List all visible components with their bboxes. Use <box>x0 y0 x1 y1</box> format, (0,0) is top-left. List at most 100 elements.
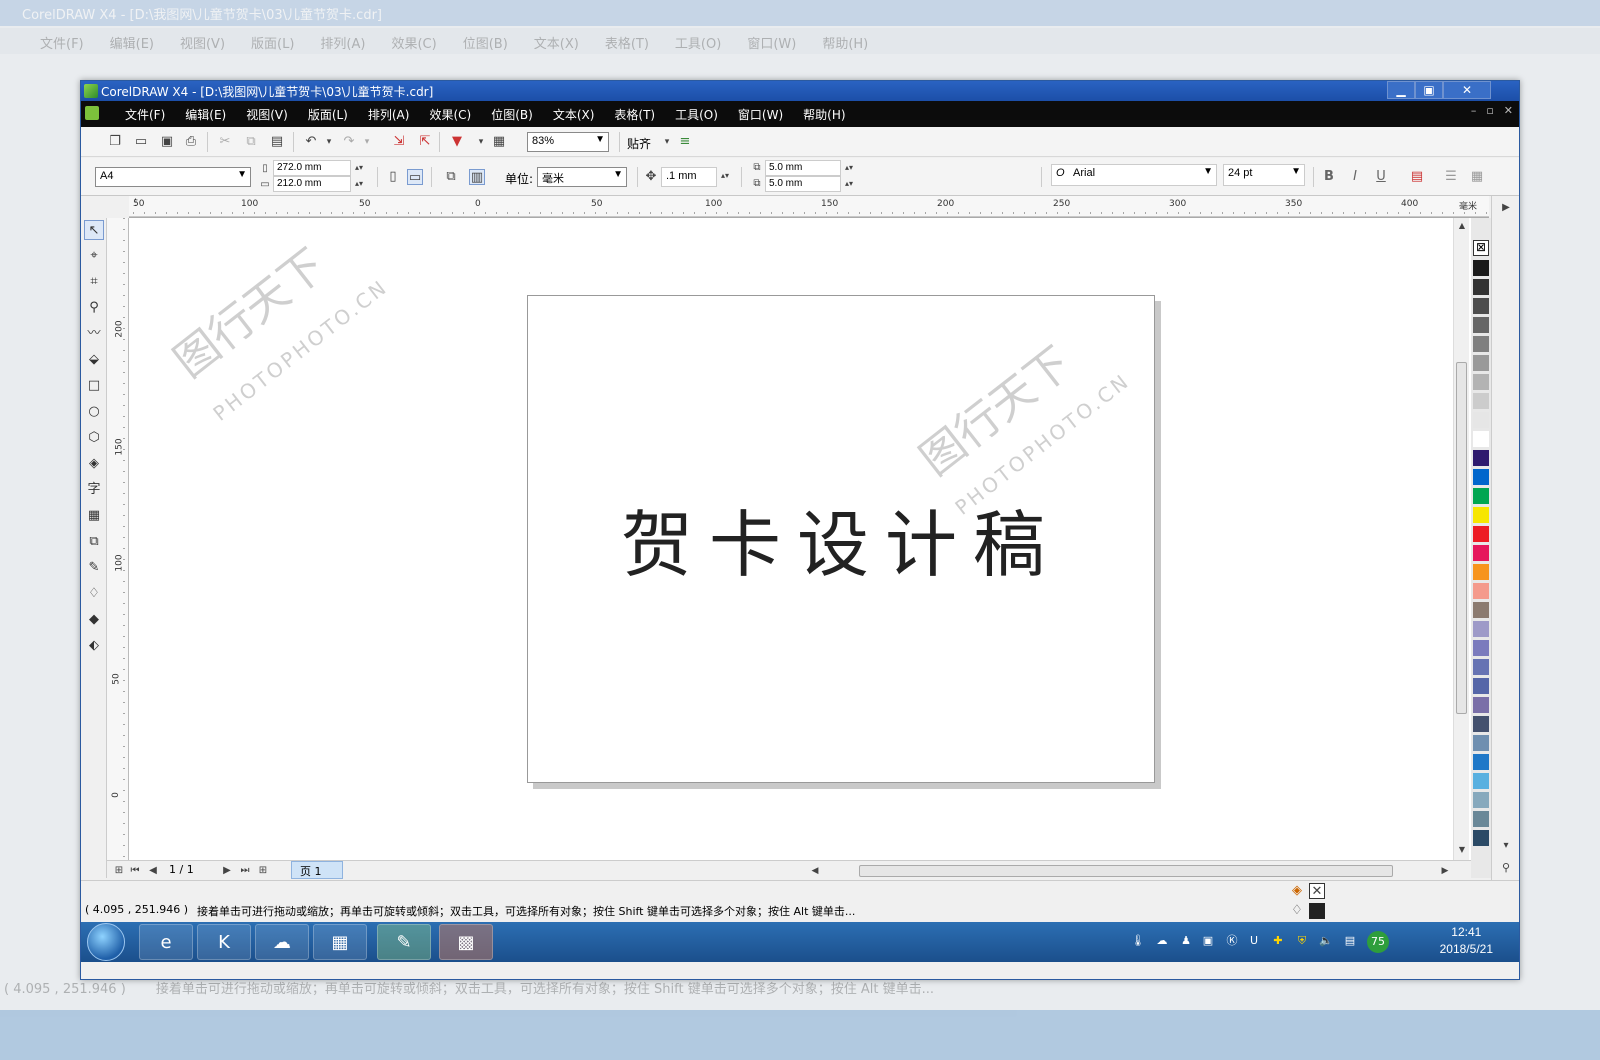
freehand-tool-icon[interactable]: 〰 <box>84 324 104 344</box>
document-icon[interactable] <box>85 106 99 120</box>
pick-tool-icon[interactable]: ↖ <box>84 220 104 240</box>
interactive-blend-tool-icon[interactable]: ⧉ <box>84 532 104 552</box>
menu-effects[interactable]: 效果(C) <box>419 106 481 123</box>
color-swatch[interactable] <box>1473 336 1489 352</box>
vertical-ruler[interactable]: 200 150 100 50 0 <box>107 218 129 860</box>
copy-icon[interactable]: ⧉ <box>243 134 259 150</box>
redo-dropdown-icon[interactable]: ▾ <box>359 134 375 150</box>
zoom-tool-icon[interactable]: ⚲ <box>84 298 104 318</box>
menu-window[interactable]: 窗口(W) <box>728 106 793 123</box>
launcher-dropdown-icon[interactable]: ▾ <box>473 134 489 150</box>
color-swatch[interactable] <box>1473 735 1489 751</box>
fill-none-swatch-icon[interactable]: ✕ <box>1309 883 1325 899</box>
first-page-icon[interactable]: ⏮ <box>127 863 143 879</box>
add-page-before-icon[interactable]: ⊞ <box>111 863 127 879</box>
maximize-button[interactable]: ▣ <box>1415 81 1443 99</box>
zoom-level-select[interactable]: 83% ▼ <box>527 132 609 152</box>
crop-tool-icon[interactable]: ⌗ <box>84 272 104 292</box>
save-icon[interactable]: ▣ <box>159 134 175 150</box>
kugou-tray-icon[interactable]: Ⓚ <box>1225 934 1239 948</box>
security-shield-icon[interactable]: ⛨ <box>1295 934 1309 948</box>
duplicate-y-input[interactable]: 5.0 mm <box>765 176 841 192</box>
import-icon[interactable]: ⇲ <box>391 134 407 150</box>
outline-indicator-icon[interactable]: ♢ <box>1289 903 1305 919</box>
landscape-icon[interactable]: ▭ <box>407 169 423 185</box>
color-swatch[interactable] <box>1473 355 1489 371</box>
menu-file[interactable]: 文件(F) <box>115 106 175 123</box>
app-tray-icon[interactable]: ▣ <box>1201 934 1215 948</box>
nudge-spinner-icon[interactable]: ▴▾ <box>717 168 733 184</box>
table-tool-icon[interactable]: ▦ <box>84 506 104 526</box>
color-swatch[interactable] <box>1473 450 1489 466</box>
dup-x-spinner-icon[interactable]: ▴▾ <box>841 160 857 176</box>
color-swatch[interactable] <box>1473 412 1489 428</box>
ruler-right-arrow-icon[interactable]: ▶ <box>1498 200 1514 216</box>
add-page-after-icon[interactable]: ⊞ <box>255 863 271 879</box>
color-swatch[interactable] <box>1473 640 1489 656</box>
polygon-tool-icon[interactable]: ⬡ <box>84 428 104 448</box>
outline-tool-icon[interactable]: ♢ <box>84 584 104 604</box>
options-icon[interactable]: ≡ <box>677 134 693 150</box>
menu-help[interactable]: 帮助(H) <box>793 106 855 123</box>
color-swatch[interactable] <box>1473 583 1489 599</box>
menu-arrange[interactable]: 排列(A) <box>358 106 420 123</box>
page-document[interactable]: 贺卡设计稿 <box>527 295 1155 783</box>
new-document-icon[interactable]: ❐ <box>107 134 123 150</box>
network-icon[interactable]: ▤ <box>1343 934 1357 948</box>
color-swatch[interactable] <box>1473 564 1489 580</box>
color-swatch[interactable] <box>1473 773 1489 789</box>
undo-dropdown-icon[interactable]: ▾ <box>321 134 337 150</box>
doc-close-icon[interactable]: ✕ <box>1504 104 1513 117</box>
menu-table[interactable]: 表格(T) <box>604 106 665 123</box>
color-swatch[interactable] <box>1473 792 1489 808</box>
menu-text[interactable]: 文本(X) <box>543 106 605 123</box>
dup-y-spinner-icon[interactable]: ▴▾ <box>841 176 857 192</box>
color-swatch[interactable] <box>1473 374 1489 390</box>
coreldraw-taskbar-icon[interactable]: ✎ <box>377 924 431 960</box>
outline-black-swatch-icon[interactable] <box>1309 903 1325 919</box>
shape-tool-icon[interactable]: ⌖ <box>84 246 104 266</box>
color-swatch[interactable] <box>1473 621 1489 637</box>
palette-scroll-icon[interactable]: ▾ <box>1498 838 1514 854</box>
performance-badge[interactable]: 75 <box>1367 931 1389 953</box>
menu-tools[interactable]: 工具(O) <box>665 106 728 123</box>
prev-page-icon[interactable]: ◀ <box>145 863 161 879</box>
color-swatch[interactable] <box>1473 830 1489 846</box>
vertical-scrollbar[interactable]: ▲ ▼ <box>1453 218 1469 860</box>
font-size-select[interactable]: 24 pt ▼ <box>1223 164 1305 186</box>
internet-explorer-icon[interactable]: e <box>139 924 193 960</box>
page-width-input[interactable]: 272.0 mm <box>273 160 351 176</box>
last-page-icon[interactable]: ⏭ <box>237 863 253 879</box>
redo-icon[interactable]: ↷ <box>341 134 357 150</box>
color-swatch[interactable] <box>1473 602 1489 618</box>
underline-icon[interactable]: U <box>1373 169 1389 185</box>
color-swatch[interactable] <box>1473 526 1489 542</box>
height-spinner-icon[interactable]: ▴▾ <box>351 176 367 192</box>
text-alignment-icon[interactable]: ▤ <box>1409 169 1425 185</box>
color-swatch[interactable] <box>1473 697 1489 713</box>
u-tray-icon[interactable]: U <box>1247 934 1261 948</box>
paste-icon[interactable]: ▤ <box>269 134 285 150</box>
width-spinner-icon[interactable]: ▴▾ <box>351 160 367 176</box>
menu-bitmaps[interactable]: 位图(B) <box>481 106 543 123</box>
scroll-up-icon[interactable]: ▲ <box>1454 218 1470 234</box>
next-page-icon[interactable]: ▶ <box>219 863 235 879</box>
page-size-select[interactable]: A4 ▼ <box>95 167 251 187</box>
menu-layout[interactable]: 版面(L) <box>298 106 358 123</box>
volume-icon[interactable]: 🔈 <box>1319 934 1333 948</box>
open-folder-icon[interactable]: ▭ <box>133 134 149 150</box>
print-icon[interactable]: ⎙ <box>183 134 199 150</box>
unit-select[interactable]: 毫米 ▼ <box>537 167 627 187</box>
system-clock[interactable]: 12:41 2018/5/21 <box>1440 924 1493 958</box>
color-swatch[interactable] <box>1473 507 1489 523</box>
color-swatch[interactable] <box>1473 260 1489 276</box>
text-tool-icon[interactable]: 字 <box>84 480 104 500</box>
no-color-swatch[interactable]: ⊠ <box>1473 240 1489 256</box>
current-page-icon[interactable]: ▥ <box>469 169 485 185</box>
undo-icon[interactable]: ↶ <box>303 134 319 150</box>
horizontal-scroll-thumb[interactable] <box>859 865 1393 877</box>
minimize-button[interactable]: ▁ <box>1387 81 1415 99</box>
color-swatch[interactable] <box>1473 469 1489 485</box>
baidu-netdisk-icon[interactable]: ☁ <box>255 924 309 960</box>
bold-icon[interactable]: B <box>1321 169 1337 185</box>
